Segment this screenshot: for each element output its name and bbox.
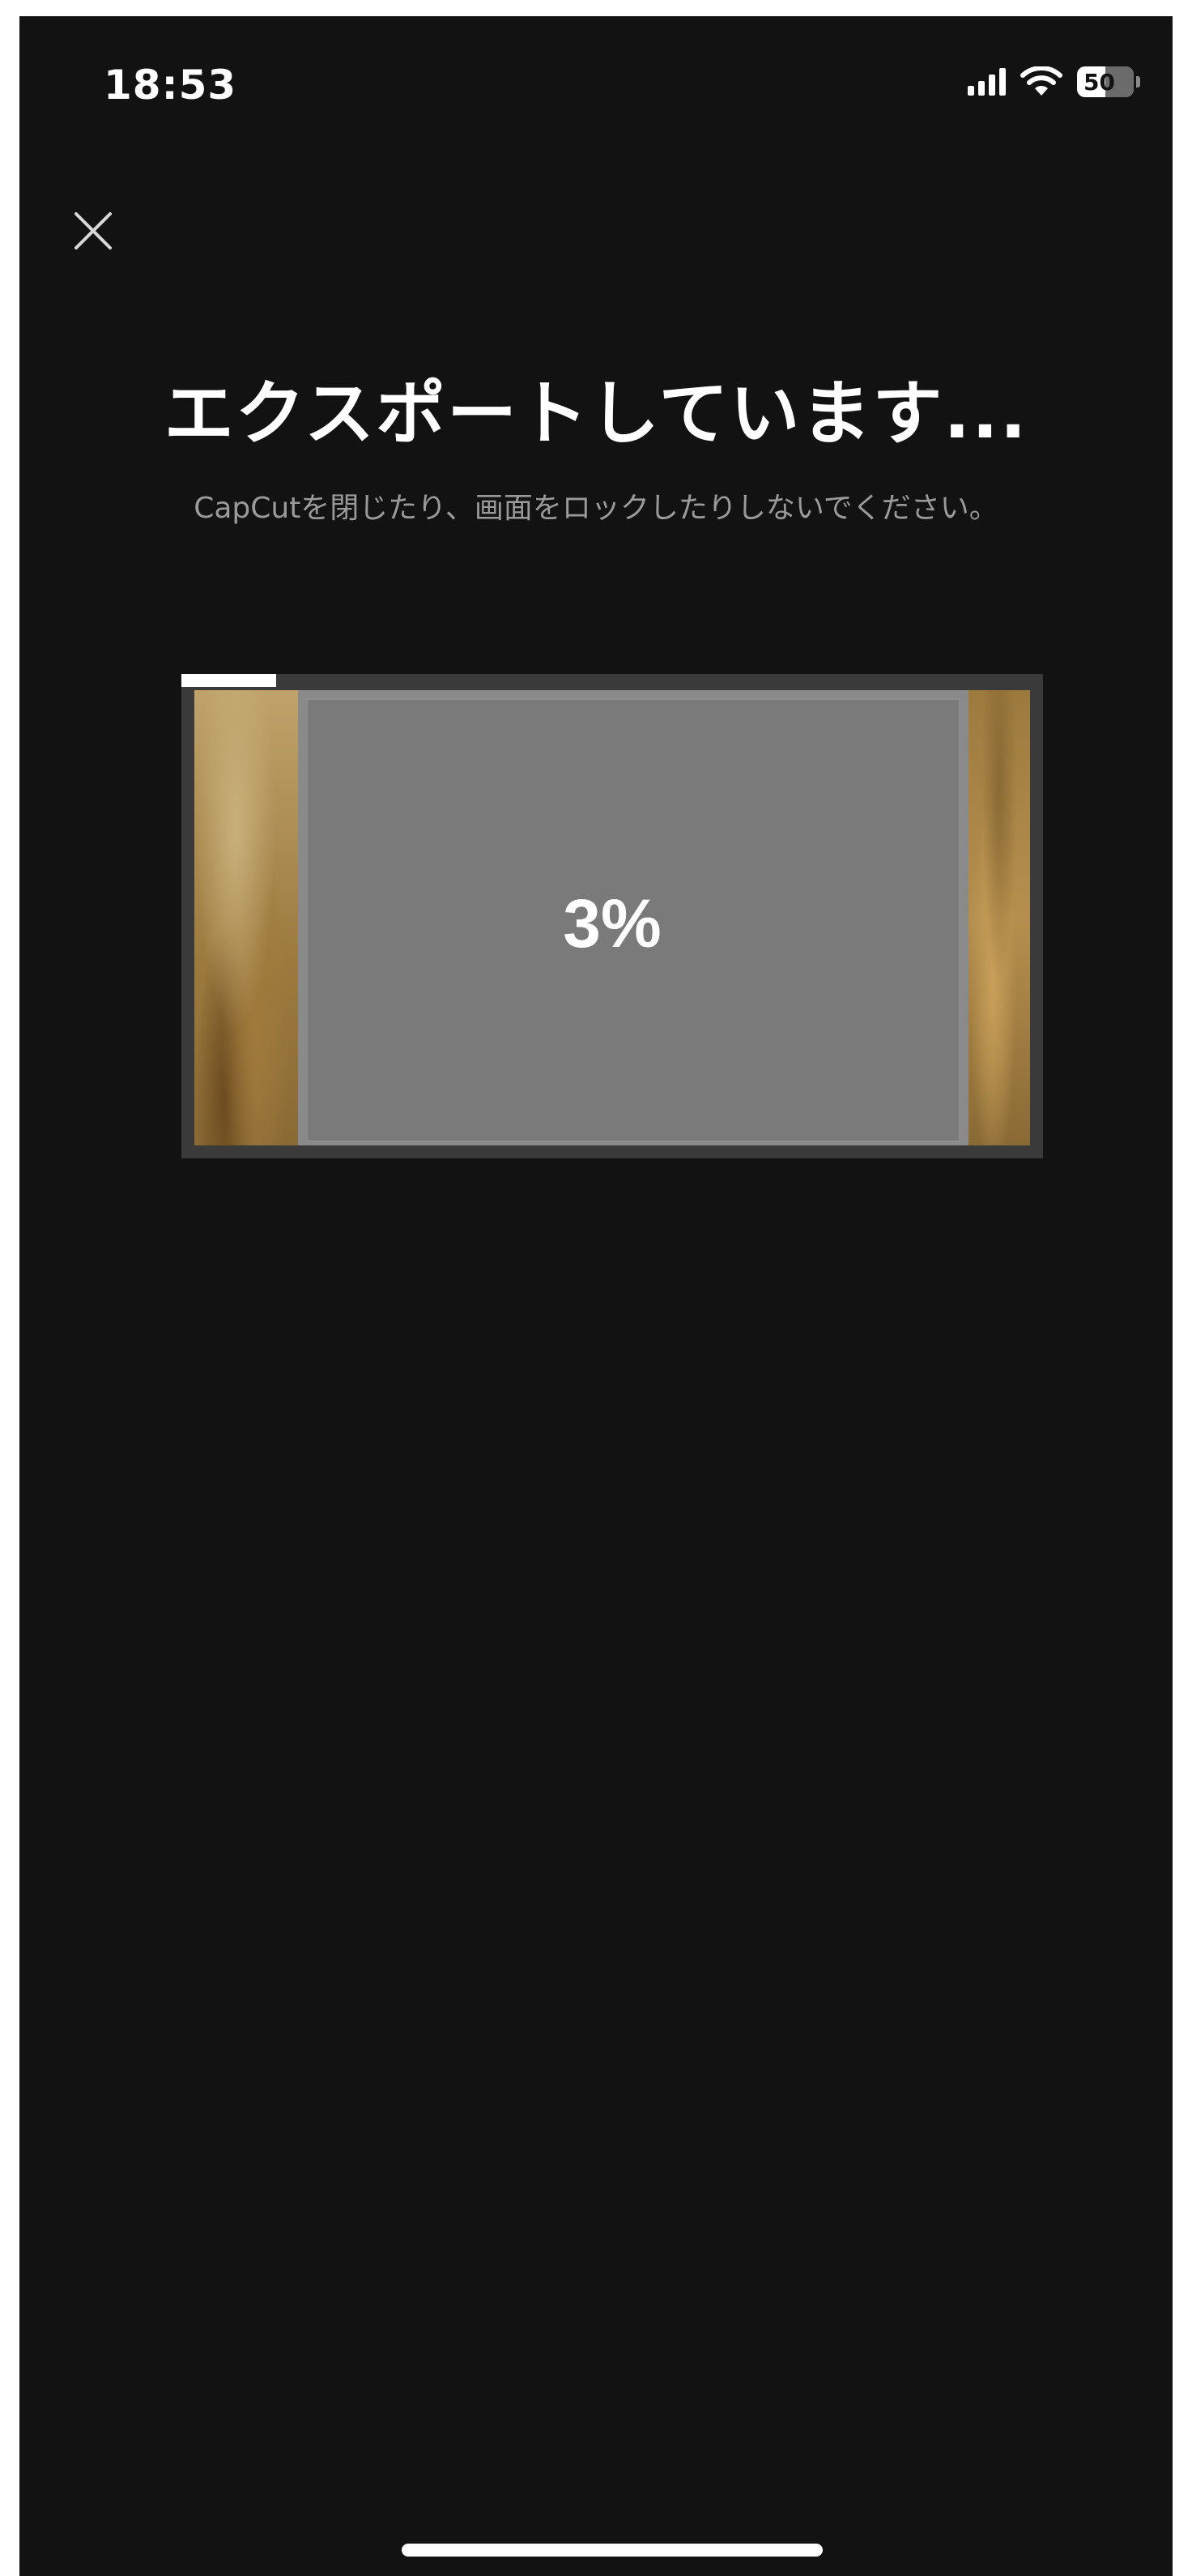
export-screen: 18:53 50 エクスポートしています... CapCutを閉じたり、画面をロ… (19, 16, 1173, 2576)
home-indicator (402, 2544, 823, 2557)
export-preview: 3% (181, 674, 1043, 1158)
status-time: 18:53 (104, 62, 237, 109)
video-thumbnail: 3% (194, 690, 1030, 1145)
export-title: エクスポートしています... (164, 373, 1028, 454)
export-subtitle: CapCutを閉じたり、画面をロックしたりしないでください。 (194, 492, 998, 525)
export-progress-bar (181, 674, 277, 687)
cellular-signal-icon (968, 68, 1006, 96)
status-indicators: 50 (968, 66, 1140, 97)
export-progress-percent: 3% (563, 885, 662, 962)
wifi-icon (1020, 66, 1062, 96)
close-icon[interactable] (65, 203, 121, 259)
battery-level-text: 50 (1083, 68, 1115, 96)
battery-icon: 50 (1077, 66, 1140, 97)
